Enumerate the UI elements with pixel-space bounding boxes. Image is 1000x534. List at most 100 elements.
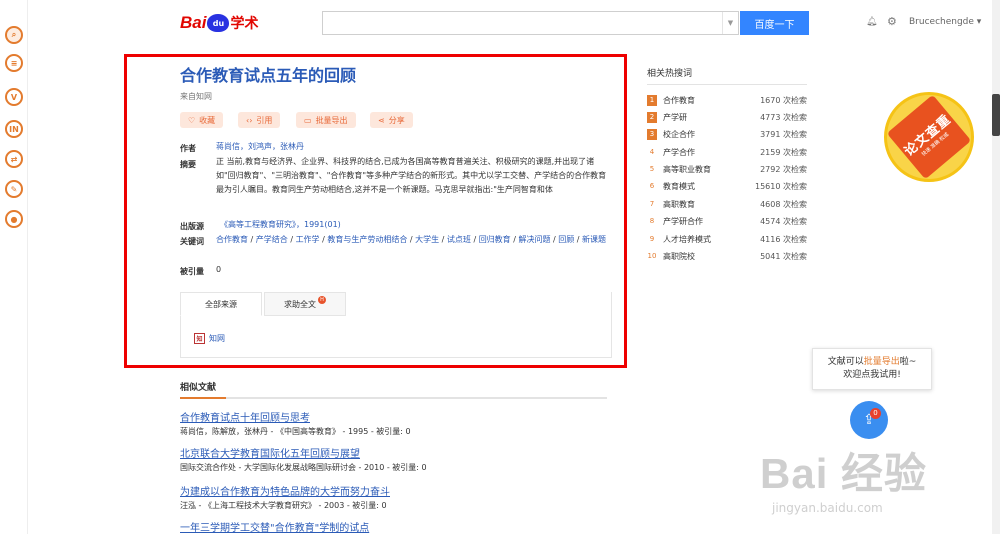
hot-count: 5041 次检索 <box>760 251 807 261</box>
share-label: 分享 <box>388 115 405 125</box>
hot-count: 2159 次检索 <box>760 147 807 157</box>
authors-link[interactable]: 蒋尚信，刘鸿声，张林丹 <box>216 142 304 151</box>
keyword[interactable]: 产学结合 <box>256 235 288 244</box>
hot-search-item[interactable]: 5 高等职业教育 2792 次检索 <box>647 162 807 176</box>
hot-term[interactable]: 产学研 <box>663 112 760 123</box>
hot-search-item[interactable]: 6 教育模式 15610 次检索 <box>647 179 807 193</box>
hot-search-item[interactable]: 10 高职院校 5041 次检索 <box>647 249 807 263</box>
hot-search-item[interactable]: 3 校企合作 3791 次检索 <box>647 127 807 141</box>
similar-item-title[interactable]: 合作教育试点十年回顾与思考 <box>180 409 310 424</box>
left-sidebar: ⌕ ≡ V IN ⇄ ✎ ● <box>0 0 28 534</box>
heart-icon: ♡ <box>188 115 196 125</box>
abstract-label: 摘要 <box>180 160 196 169</box>
user-icon[interactable]: ● <box>5 210 23 228</box>
edit-icon[interactable]: ✎ <box>5 180 23 198</box>
similar-item-title[interactable]: 为建成以合作教育为特色品牌的大学而努力奋斗 <box>180 483 390 498</box>
keyword[interactable]: 合作教育 <box>216 235 248 244</box>
watermark-logo: Bai 经验 <box>760 450 928 497</box>
hot-term[interactable]: 校企合作 <box>663 129 760 140</box>
export-tooltip: 文献可以批量导出啦~ 欢迎点我试用! <box>812 348 932 390</box>
rank-number: 8 <box>649 217 655 225</box>
keyword[interactable]: 工作学 <box>296 235 320 244</box>
baidu-xueshu-logo[interactable]: Bai du 学术 <box>180 12 258 34</box>
authors-value[interactable]: 蒋尚信，刘鸿声，张林丹 <box>216 140 304 154</box>
ipc-icon[interactable]: IN <box>5 120 23 138</box>
export-button[interactable]: ▭ 批量导出 <box>296 112 356 128</box>
v-icon[interactable]: V <box>5 88 23 106</box>
source-cnki-link[interactable]: 知 知网 <box>194 333 225 344</box>
hot-search-item[interactable]: 8 产学研合作 4574 次检索 <box>647 214 807 228</box>
similar-item-meta: 汪泓 - 《上海工程技术大学教育研究》 - 2003 - 被引量: 0 <box>180 501 387 510</box>
abstract-text: 正 当前,教育与经济界、企业界、科技界的结合,已成为各国高等教育普遍关注、积极研… <box>216 157 607 194</box>
gear-icon[interactable]: ⚙ <box>887 15 897 28</box>
cite-label: 引用 <box>256 115 273 125</box>
authors-label: 作者 <box>180 144 196 153</box>
favorite-button[interactable]: ♡ 收藏 <box>180 112 224 128</box>
share-icon: ⋖ <box>378 115 385 125</box>
keyword[interactable]: 试点班 <box>447 235 471 244</box>
exchange-icon[interactable]: ⇄ <box>5 150 23 168</box>
hot-count: 4608 次检索 <box>760 199 807 209</box>
hot-count: 4574 次检索 <box>760 216 807 226</box>
code-icon: ‹› <box>246 115 253 125</box>
paper-source: 来自知网 <box>180 92 212 101</box>
hot-search-item[interactable]: 1 合作教育 1670 次检索 <box>647 93 807 107</box>
hot-searches-heading: 相关热搜词 <box>647 69 693 79</box>
keyword[interactable]: 大学生 <box>415 235 439 244</box>
hot-term[interactable]: 产学合作 <box>663 147 760 158</box>
similar-item-meta: 国际交流合作处 - 大学国际化发展战略国际研讨会 - 2010 - 被引量: 0 <box>180 463 427 472</box>
rank-number: 4 <box>649 148 655 156</box>
keyword[interactable]: 回顾 <box>558 235 574 244</box>
hot-search-item[interactable]: 7 高职教育 4608 次检索 <box>647 197 807 211</box>
rank-number: 6 <box>649 182 655 190</box>
similar-item-meta: 蒋尚信，陈解放，张林丹 - 《中国高等教育》 - 1995 - 被引量: 0 <box>180 427 411 436</box>
keyword[interactable]: 解决问题 <box>518 235 550 244</box>
hot-term[interactable]: 高等职业教育 <box>663 164 760 175</box>
search-icon[interactable]: ⌕ <box>5 26 23 44</box>
source-link-label[interactable]: 知网 <box>209 333 225 344</box>
logo-text: Bai <box>180 13 207 32</box>
hot-term[interactable]: 高职院校 <box>663 251 760 262</box>
share-button[interactable]: ⋖ 分享 <box>370 112 413 128</box>
export-label: 批量导出 <box>315 115 348 125</box>
hot-term[interactable]: 合作教育 <box>663 95 760 106</box>
search-input[interactable]: ▼ <box>322 11 739 35</box>
journal-icon[interactable]: ≡ <box>5 54 23 72</box>
similar-item-title[interactable]: 一年三学期学工交替"合作教育"学制的试点 <box>180 519 369 534</box>
scrollbar[interactable] <box>992 0 1000 534</box>
favorite-label: 收藏 <box>199 115 216 125</box>
scrollbar-thumb[interactable] <box>992 94 1000 136</box>
tab-all-sources[interactable]: 全部来源 <box>180 292 262 316</box>
publisher-link[interactable]: 《高等工程教育研究》，1991(01) <box>220 220 341 229</box>
rank-number: 5 <box>649 165 655 173</box>
hot-search-item[interactable]: 4 产学合作 2159 次检索 <box>647 145 807 159</box>
publisher-label: 出版源 <box>180 222 204 231</box>
hot-count: 4773 次检索 <box>760 112 807 122</box>
hot-term[interactable]: 人才培养模式 <box>663 234 760 245</box>
hot-term[interactable]: 教育模式 <box>663 181 755 192</box>
paper-title[interactable]: 合作教育试点五年的回顾 <box>180 62 356 86</box>
keyword[interactable]: 教育与生产劳动相结合 <box>327 235 407 244</box>
chevron-down-icon[interactable]: ▼ <box>722 12 738 34</box>
hot-count: 4116 次检索 <box>760 234 807 244</box>
keyword[interactable]: 回归教育 <box>479 235 511 244</box>
publisher-value[interactable]: 《高等工程教育研究》，1991(01) <box>220 218 341 232</box>
similar-item-title[interactable]: 北京联合大学教育国际化五年回顾与展望 <box>180 445 360 460</box>
batch-export-float-button[interactable]: ⇪ <box>850 401 888 439</box>
hot-search-item[interactable]: 2 产学研 4773 次检索 <box>647 110 807 124</box>
hot-term[interactable]: 高职教育 <box>663 199 760 210</box>
rank-number: 9 <box>649 235 655 243</box>
keywords-label: 关键词 <box>180 237 204 246</box>
hot-term[interactable]: 产学研合作 <box>663 216 760 227</box>
tab-request-fulltext[interactable]: 求助全文 H <box>264 292 346 316</box>
cite-button[interactable]: ‹› 引用 <box>238 112 281 128</box>
tip-line2: 欢迎点我试用! <box>843 370 901 380</box>
plagiarism-check-badge[interactable]: 论文查重 快速 准确 权威 <box>884 92 974 182</box>
keyword[interactable]: 新课题 <box>582 235 606 244</box>
user-menu[interactable]: Brucechengde ▾ <box>909 17 981 27</box>
search-button[interactable]: 百度一下 <box>740 11 809 35</box>
bell-icon[interactable]: 🔔︎ <box>866 17 877 27</box>
cited-value: 0 <box>216 265 222 274</box>
tip-text: 文献可以 <box>827 357 864 367</box>
hot-search-item[interactable]: 9 人才培养模式 4116 次检索 <box>647 232 807 246</box>
